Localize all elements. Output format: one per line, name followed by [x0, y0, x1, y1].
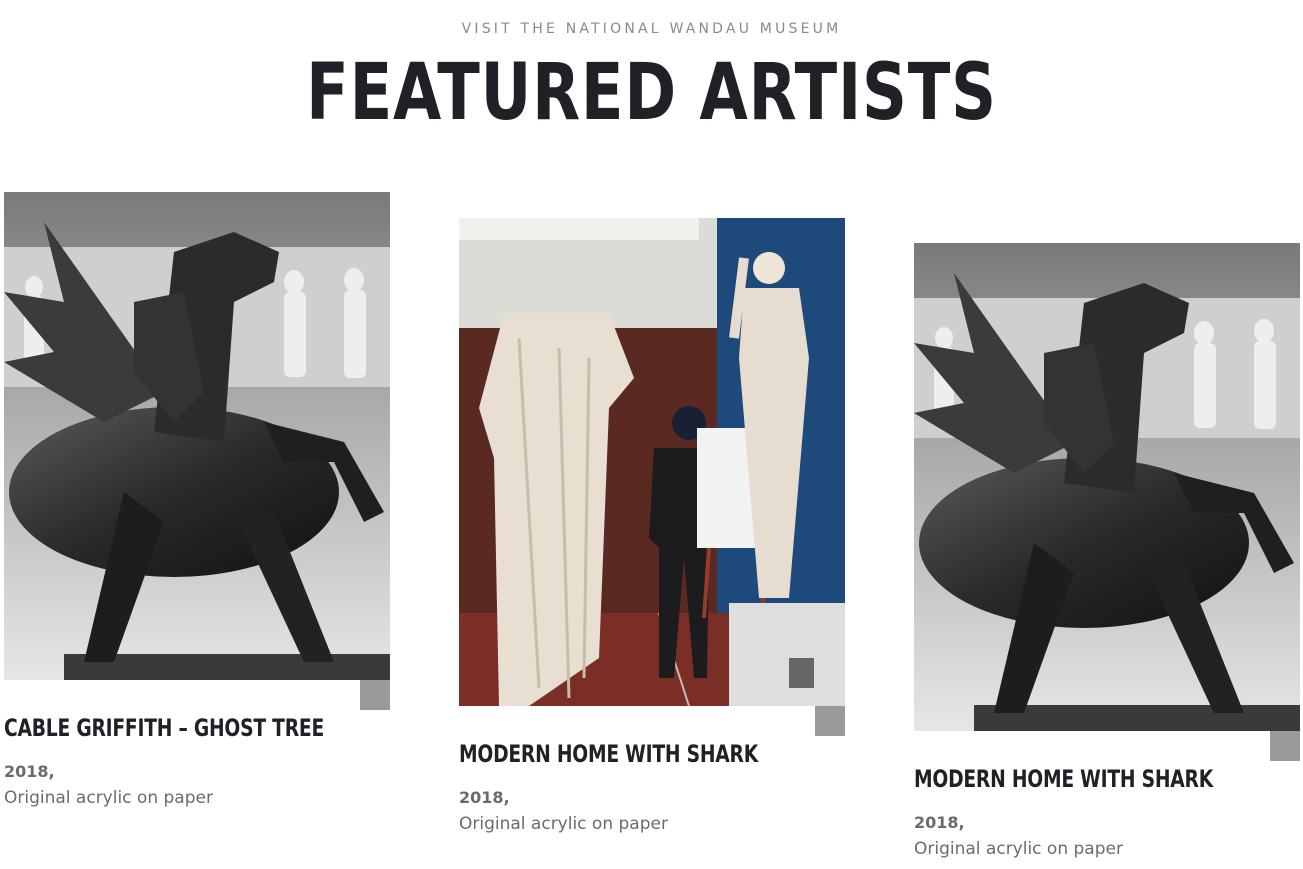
- artwork-medium: Original acrylic on paper: [4, 788, 213, 808]
- artwork-medium: Original acrylic on paper: [914, 839, 1123, 859]
- artwork-image[interactable]: [914, 243, 1300, 731]
- artwork-image[interactable]: [459, 218, 845, 706]
- image-cutout: [4, 680, 360, 710]
- image-cutout: [914, 731, 1270, 761]
- artwork-title[interactable]: MODERN HOME WITH SHARK: [914, 765, 1213, 793]
- image-corner-accent: [1270, 731, 1300, 761]
- section-title: FEATURED ARTISTS: [306, 48, 997, 138]
- image-cutout: [459, 706, 815, 736]
- artwork-medium: Original acrylic on paper: [459, 814, 668, 834]
- section-eyebrow: VISIT THE NATIONAL WANDAU MUSEUM: [461, 21, 842, 37]
- image-corner-accent: [815, 706, 845, 736]
- artwork-title[interactable]: CABLE GRIFFITH – GHOST TREE: [4, 714, 324, 742]
- artwork-year: 2018,: [459, 788, 510, 807]
- artist-card[interactable]: MODERN HOME WITH SHARK 2018, Original ac…: [914, 243, 1303, 859]
- artist-card[interactable]: CABLE GRIFFITH – GHOST TREE 2018, Origin…: [4, 192, 394, 808]
- artwork-title[interactable]: MODERN HOME WITH SHARK: [459, 740, 758, 768]
- artwork-year: 2018,: [4, 762, 55, 781]
- artist-card[interactable]: MODERN HOME WITH SHARK 2018, Original ac…: [459, 218, 849, 834]
- image-corner-accent: [360, 680, 390, 710]
- artwork-year: 2018,: [914, 813, 965, 832]
- artwork-image[interactable]: [4, 192, 390, 680]
